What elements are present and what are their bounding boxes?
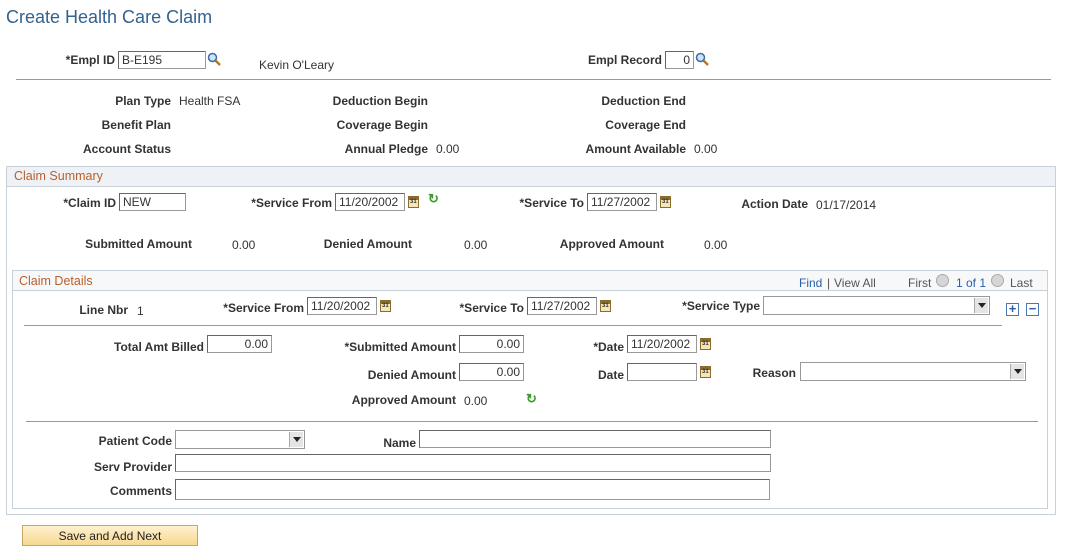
divider <box>24 325 1002 326</box>
calendar-icon[interactable] <box>700 338 711 350</box>
divider <box>16 79 1051 80</box>
approved-amount-label: Approved Amount <box>559 237 664 251</box>
chevron-down-icon <box>974 298 988 313</box>
chevron-down-icon <box>1010 364 1024 379</box>
page-title: Create Health Care Claim <box>6 7 213 27</box>
benefit-plan-label: Benefit Plan <box>101 118 171 132</box>
refresh-icon[interactable]: ↻ <box>526 391 537 407</box>
employee-name: Kevin O'Leary <box>259 58 334 72</box>
service-type-select[interactable] <box>763 296 990 315</box>
approved-amount-value: 0.00 <box>704 238 728 252</box>
total-amt-billed-label: Total Amt Billed <box>114 340 204 354</box>
submitted-amount-label: Submitted Amount <box>85 237 192 251</box>
last-label: Last <box>1010 276 1033 290</box>
denied-date-label: Date <box>597 368 624 382</box>
amount-available-label: Amount Available <box>585 142 686 156</box>
denied-date-input[interactable] <box>627 363 697 381</box>
patient-code-select[interactable] <box>175 430 305 449</box>
add-row-button[interactable]: + <box>1006 302 1019 316</box>
delete-row-button[interactable]: − <box>1026 302 1039 316</box>
account-status-label: Account Status <box>82 142 171 156</box>
amount-available-value: 0.00 <box>694 142 718 156</box>
first-label: First <box>908 276 932 290</box>
approved-amount-detail-value: 0.00 <box>464 394 488 408</box>
lookup-icon[interactable] <box>695 52 709 66</box>
date-input[interactable]: 11/20/2002 <box>627 335 697 353</box>
claim-details-title: Claim Details <box>19 274 93 288</box>
lookup-icon[interactable] <box>207 52 221 66</box>
denied-amount-detail-label: Denied Amount <box>367 368 456 382</box>
service-type-label: *Service Type <box>682 299 760 313</box>
page-indicator: 1 of 1 <box>956 276 987 290</box>
line-nbr-label: Line Nbr <box>79 303 128 317</box>
calendar-icon[interactable] <box>408 196 419 208</box>
refresh-icon[interactable]: ↻ <box>428 191 439 207</box>
denied-amount-input[interactable]: 0.00 <box>459 363 524 381</box>
detail-service-from-label: *Service From <box>223 301 304 315</box>
reason-select[interactable] <box>800 362 1026 381</box>
action-date-label: Action Date <box>741 197 808 211</box>
coverage-begin-label: Coverage Begin <box>336 118 428 132</box>
empl-record-label: Empl Record <box>587 53 662 67</box>
empl-id-label: *Empl ID <box>65 53 115 67</box>
calendar-icon[interactable] <box>380 300 391 312</box>
claim-id-input[interactable]: NEW <box>119 193 186 211</box>
name-input[interactable] <box>419 430 771 448</box>
empl-id-input[interactable]: B-E195 <box>118 51 206 69</box>
calendar-icon[interactable] <box>600 300 611 312</box>
save-and-add-next-button[interactable]: Save and Add Next <box>22 525 198 546</box>
next-icon[interactable] <box>991 274 1004 287</box>
chevron-down-icon <box>289 432 303 447</box>
annual-pledge-label: Annual Pledge <box>344 142 428 156</box>
annual-pledge-value: 0.00 <box>436 142 460 156</box>
serv-provider-label: Serv Provider <box>93 460 172 474</box>
deduction-end-label: Deduction End <box>601 94 686 108</box>
date-label: *Date <box>593 340 624 354</box>
serv-provider-input[interactable] <box>175 454 771 472</box>
divider <box>26 421 1038 422</box>
total-amt-billed-input[interactable]: 0.00 <box>207 335 272 353</box>
claim-id-label: *Claim ID <box>63 196 116 210</box>
detail-service-to-input[interactable]: 11/27/2002 <box>527 297 597 315</box>
detail-service-to-label: *Service To <box>459 301 524 315</box>
line-nbr-value: 1 <box>137 304 144 318</box>
link-separator: | <box>827 276 831 290</box>
patient-code-label: Patient Code <box>98 434 172 448</box>
plan-type-value: Health FSA <box>179 94 241 108</box>
approved-amount-detail-label: Approved Amount <box>351 393 456 407</box>
service-to-label: *Service To <box>519 196 584 210</box>
claim-summary-header: Claim Summary <box>7 167 1055 187</box>
denied-amount-label: Denied Amount <box>323 237 412 251</box>
service-to-input[interactable]: 11/27/2002 <box>587 193 657 211</box>
coverage-end-label: Coverage End <box>605 118 686 132</box>
service-from-input[interactable]: 11/20/2002 <box>335 193 405 211</box>
detail-service-from-input[interactable]: 11/20/2002 <box>307 297 377 315</box>
find-link[interactable]: Find <box>799 276 822 290</box>
empl-record-input[interactable]: 0 <box>665 51 694 69</box>
submitted-amount-input[interactable]: 0.00 <box>459 335 524 353</box>
plan-type-label: Plan Type <box>115 94 171 108</box>
submitted-amount-detail-label: *Submitted Amount <box>344 340 456 354</box>
reason-label: Reason <box>752 366 796 380</box>
service-from-label: *Service From <box>251 196 332 210</box>
name-label: Name <box>383 436 416 450</box>
denied-amount-value: 0.00 <box>464 238 488 252</box>
calendar-icon[interactable] <box>660 196 671 208</box>
comments-input[interactable] <box>175 479 770 500</box>
deduction-begin-label: Deduction Begin <box>332 94 428 108</box>
view-all-link[interactable]: View All <box>834 276 876 290</box>
submitted-amount-value: 0.00 <box>232 238 256 252</box>
claim-summary-title: Claim Summary <box>14 169 103 183</box>
action-date-value: 01/17/2014 <box>816 198 877 212</box>
calendar-icon[interactable] <box>700 366 711 378</box>
claim-details-header: Claim Details <box>13 271 1047 291</box>
previous-icon[interactable] <box>936 274 949 287</box>
comments-label: Comments <box>109 484 172 498</box>
